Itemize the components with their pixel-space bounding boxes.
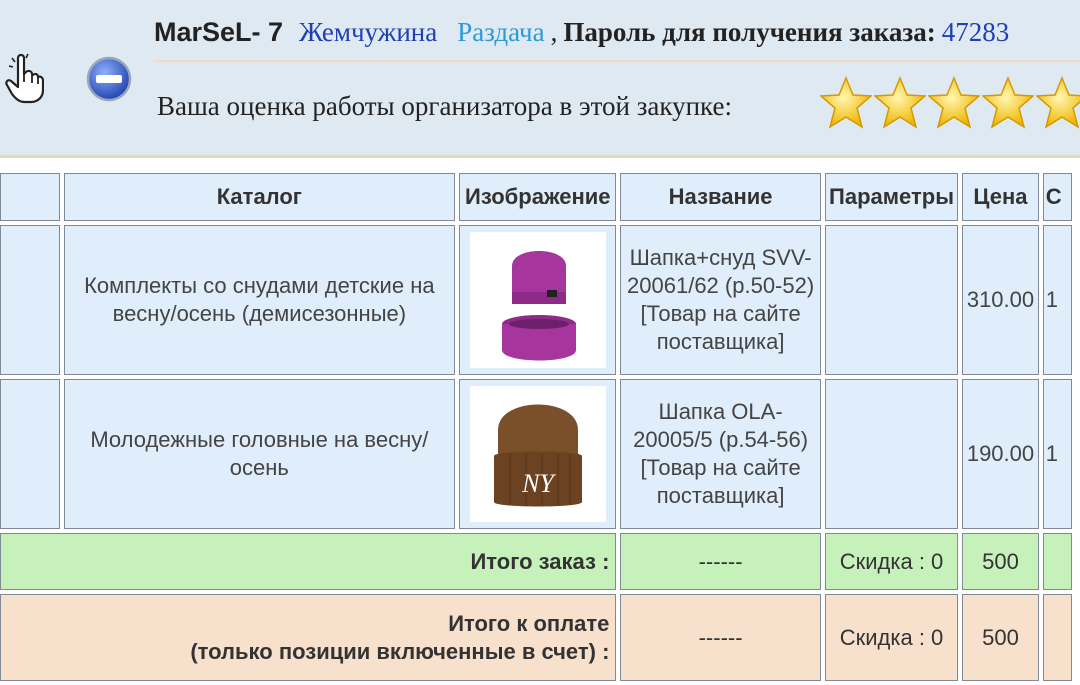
order-total-label: Итого заказ : — [0, 533, 617, 590]
table-row: Молодежные головные на весну/осень NY Ша… — [0, 379, 1072, 529]
image-cell — [459, 225, 617, 375]
supplier-link[interactable]: [Товар на сайте поставщика] — [621, 300, 819, 356]
product-name: Шапка OLA-20005/5 (р.54-56) — [633, 399, 809, 452]
order-table: Каталог Изображение Название Параметры Ц… — [0, 169, 1076, 685]
order-header: MarSeL- 7 Жемчужина Раздача, Пароль для пол… — [0, 0, 1080, 158]
order-total-row: Итого заказ : ------ Скидка : 0 500 — [0, 533, 1072, 590]
row-select-cell[interactable] — [0, 225, 60, 375]
payment-total-discount: Скидка : 0 — [824, 594, 959, 681]
table-header-row: Каталог Изображение Название Параметры Ц… — [0, 173, 1072, 221]
payment-total-row: Итого к оплате (только позиции включенны… — [0, 594, 1072, 681]
name-cell: Шапка+снуд SVV-20061/62 (р.50-52) [Товар… — [620, 225, 821, 375]
rating-star-5-icon[interactable] — [1036, 76, 1080, 130]
header-cell-extra: С — [1042, 173, 1072, 221]
order-total-dashes: ------ — [620, 533, 821, 590]
organizer-nickname: MarSeL- 7 — [154, 17, 284, 47]
product-image-brown-beanie[interactable]: NY — [469, 386, 606, 522]
rating-label: Ваша оценка работы организатора в этой з… — [157, 91, 732, 121]
distribution-link[interactable]: Раздача — [457, 17, 544, 47]
rating-star-1-icon[interactable] — [820, 76, 872, 130]
image-cell: NY — [459, 379, 617, 529]
header-cell-params: Параметры — [824, 173, 959, 221]
header-cell-image: Изображение — [459, 173, 617, 221]
rating-star-2-icon[interactable] — [874, 76, 926, 130]
password-label: Пароль для получения заказа: — [563, 17, 936, 47]
catalog-cell: Молодежные головные на весну/осень — [63, 379, 456, 529]
header-cell-price: Цена — [962, 173, 1039, 221]
params-cell — [824, 225, 959, 375]
order-total-discount: Скидка : 0 — [824, 533, 959, 590]
catalog-text: Молодежные головные на весну/осень — [90, 427, 429, 480]
header-cell-catalog: Каталог — [63, 173, 456, 221]
header-cell-checkbox — [0, 173, 60, 221]
product-name: Шапка+снуд SVV-20061/62 (р.50-52) — [627, 245, 815, 298]
extra-cell: 1 — [1042, 379, 1072, 529]
name-cell: Шапка OLA-20005/5 (р.54-56) [Товар на са… — [620, 379, 821, 529]
rating-stars — [820, 76, 1080, 132]
svg-text:NY: NY — [521, 469, 556, 498]
order-total-amount: 500 — [962, 533, 1039, 590]
header-title-line: MarSeL- 7 Жемчужина Раздача, Пароль для пол… — [154, 14, 1009, 50]
rating-star-3-icon[interactable] — [928, 76, 980, 130]
extra-cell: 1 — [1042, 225, 1072, 375]
remove-circle-icon[interactable] — [86, 56, 132, 102]
purchase-link[interactable]: Жемчужина — [299, 17, 437, 47]
password-value: 47283 — [941, 17, 1010, 47]
product-image-purple-hat[interactable] — [469, 232, 606, 368]
catalog-cell: Комплекты со снудами детские на весну/ос… — [63, 225, 456, 375]
payment-total-label-line1: Итого к оплате — [448, 610, 610, 636]
supplier-link[interactable]: [Товар на сайте поставщика] — [621, 454, 819, 510]
header-cell-name: Название — [620, 173, 821, 221]
hand-pointer-icon[interactable] — [4, 52, 44, 104]
row-select-cell[interactable] — [0, 379, 60, 529]
separator: , — [550, 17, 558, 47]
price-cell: 190.00 — [962, 379, 1039, 529]
payment-total-amount: 500 — [962, 594, 1039, 681]
payment-total-label: Итого к оплате (только позиции включенны… — [0, 594, 617, 681]
params-cell — [824, 379, 959, 529]
rating-star-4-icon[interactable] — [982, 76, 1034, 130]
price-cell: 310.00 — [962, 225, 1039, 375]
catalog-text: Комплекты со снудами детские на весну/ос… — [84, 273, 435, 326]
payment-total-dashes: ------ — [620, 594, 821, 681]
payment-total-extra — [1042, 594, 1072, 681]
header-divider — [154, 60, 1080, 62]
order-total-extra — [1042, 533, 1072, 590]
table-row: Комплекты со снудами детские на весну/ос… — [0, 225, 1072, 375]
payment-total-label-line2: (только позиции включенные в счет) : — [190, 638, 610, 664]
